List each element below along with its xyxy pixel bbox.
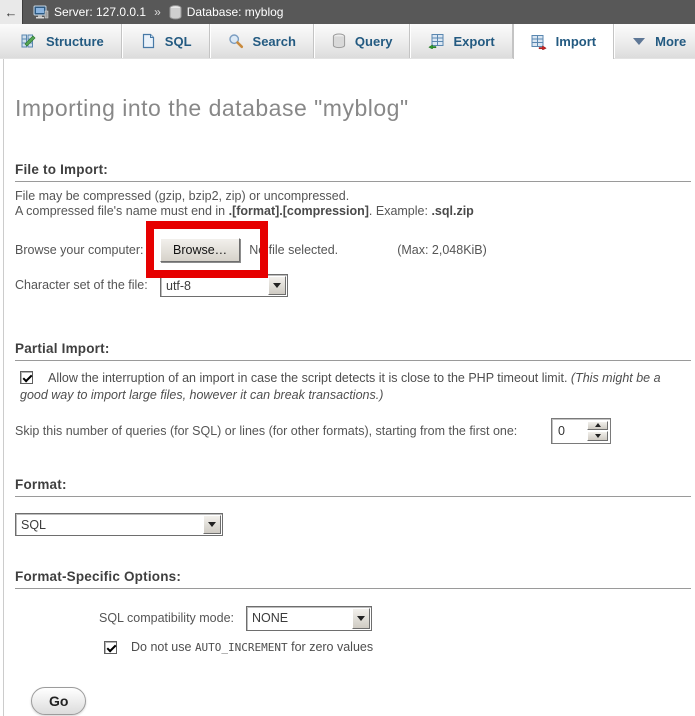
skip-queries-row: Skip this number of queries (for SQL) or… [15, 417, 695, 444]
sql-compat-select[interactable]: NONE [246, 606, 372, 631]
charset-select-arrow-icon[interactable] [268, 276, 286, 295]
back-button[interactable]: ← [0, 0, 23, 24]
compression-note-line2: A compressed file's name must end in .[f… [15, 204, 695, 219]
sql-compat-row: SQL compatibility mode: NONE [15, 605, 695, 631]
tab-more[interactable]: More [614, 24, 695, 58]
browse-button[interactable]: Browse… [160, 238, 240, 262]
skip-queries-value: 0 [552, 419, 585, 443]
export-icon [428, 33, 444, 49]
sql-compat-label: SQL compatibility mode: [99, 611, 246, 625]
charset-row: Character set of the file: utf-8 [15, 273, 695, 297]
section-heading-partial-import: Partial Import: [15, 341, 691, 361]
sql-compat-select-arrow-icon[interactable] [352, 608, 370, 629]
format-select[interactable]: SQL [15, 513, 223, 536]
allow-interruption-text: Allow the interruption of an import in c… [48, 371, 571, 385]
tab-sql[interactable]: SQL [122, 24, 210, 58]
browse-row: Browse your computer: Browse… No file se… [15, 232, 695, 268]
stepper-down-icon[interactable] [587, 431, 608, 441]
tab-bar: Structure SQL Search Query Export Import [0, 24, 695, 59]
tab-export[interactable]: Export [410, 24, 512, 58]
sql-compat-select-value: NONE [247, 607, 351, 630]
breadcrumb-bar: ← Server: 127.0.0.1 » Database: myblog [0, 0, 695, 24]
stepper-up-icon[interactable] [587, 421, 608, 431]
tab-export-label: Export [453, 34, 494, 49]
charset-select-value: utf-8 [161, 275, 267, 296]
format-select-arrow-icon[interactable] [203, 515, 221, 534]
tab-sql-label: SQL [165, 34, 192, 49]
tab-search[interactable]: Search [210, 24, 314, 58]
go-button[interactable]: Go [31, 687, 86, 715]
tab-query[interactable]: Query [314, 24, 411, 58]
format-row: SQL [15, 513, 695, 536]
search-icon [228, 33, 244, 49]
file-import-notes: File may be compressed (gzip, bzip2, zip… [15, 189, 695, 219]
tab-query-label: Query [355, 34, 393, 49]
skip-queries-input[interactable]: 0 [551, 418, 611, 444]
server-icon [33, 4, 49, 20]
breadcrumb-server[interactable]: Server: 127.0.0.1 [54, 5, 146, 19]
tab-structure[interactable]: Structure [4, 24, 122, 58]
allow-interruption-row: Allow the interruption of an import in c… [15, 370, 683, 404]
skip-queries-stepper [587, 421, 608, 441]
max-size-note: (Max: 2,048KiB) [397, 243, 487, 257]
tab-structure-label: Structure [46, 34, 104, 49]
auto-increment-row: Do not use AUTO_INCREMENT for zero value… [15, 640, 695, 654]
charset-label: Character set of the file: [15, 278, 160, 292]
main-content: Importing into the database "myblog" Fil… [3, 59, 695, 716]
tab-more-label: More [655, 34, 686, 49]
section-heading-format: Format: [15, 477, 691, 497]
auto-increment-checkbox[interactable] [104, 641, 117, 654]
sql-icon [140, 33, 156, 49]
auto-increment-label: Do not use AUTO_INCREMENT for zero value… [131, 640, 373, 654]
format-select-value: SQL [16, 514, 202, 535]
database-icon [169, 5, 182, 20]
chevron-down-icon [632, 37, 646, 46]
section-heading-file-to-import: File to Import: [15, 162, 691, 182]
skip-queries-label: Skip this number of queries (for SQL) or… [15, 424, 551, 438]
structure-icon [21, 33, 37, 49]
no-file-selected-text: No file selected. [249, 243, 345, 257]
import-icon [531, 34, 547, 50]
charset-select[interactable]: utf-8 [160, 274, 288, 297]
tab-import-label: Import [556, 34, 596, 49]
query-icon [332, 33, 346, 49]
section-heading-format-specific: Format-Specific Options: [15, 569, 691, 589]
tab-import[interactable]: Import [513, 24, 614, 59]
breadcrumb: Server: 127.0.0.1 » Database: myblog [33, 4, 283, 20]
compression-note-line1: File may be compressed (gzip, bzip2, zip… [15, 189, 695, 204]
allow-interruption-checkbox[interactable] [20, 371, 33, 384]
browse-label: Browse your computer: [15, 243, 160, 257]
breadcrumb-database[interactable]: Database: myblog [187, 5, 284, 19]
tab-search-label: Search [253, 34, 296, 49]
page-title: Importing into the database "myblog" [15, 59, 695, 122]
breadcrumb-separator: » [154, 5, 161, 19]
